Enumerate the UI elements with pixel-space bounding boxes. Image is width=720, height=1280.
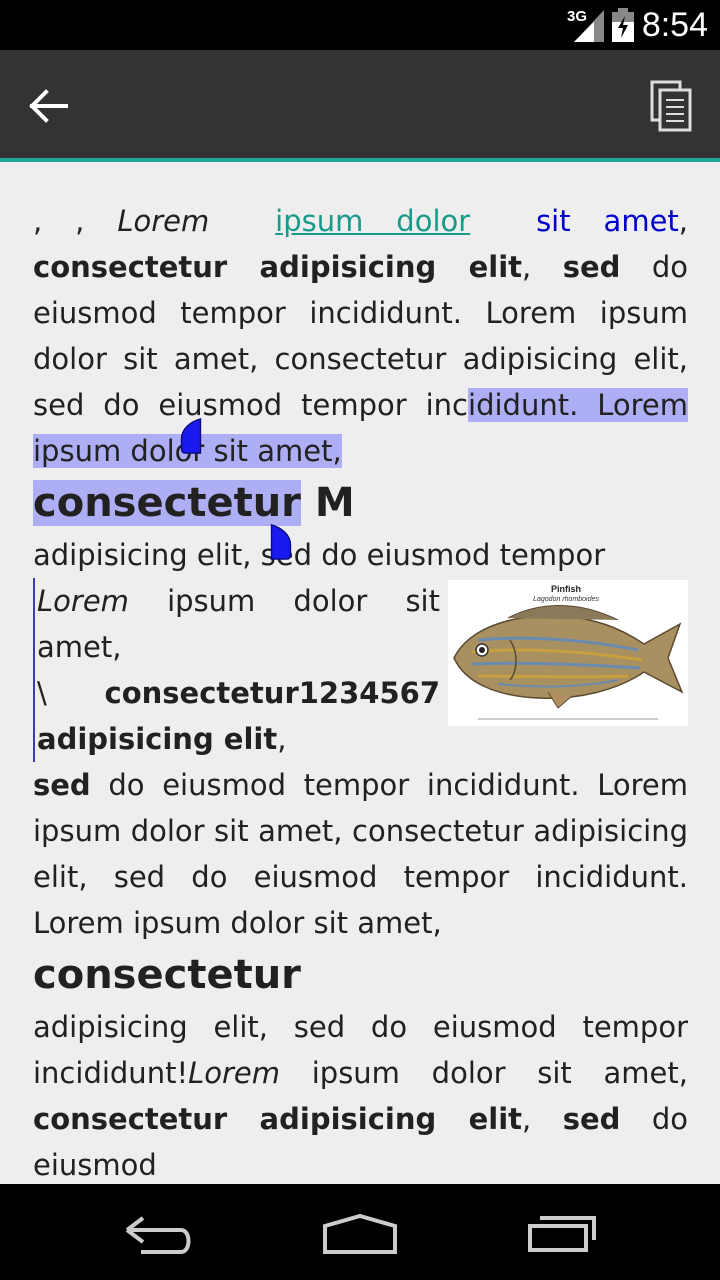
text-run: , , <box>33 204 118 238</box>
copy-button[interactable] <box>644 78 700 134</box>
nav-back-button[interactable] <box>115 1204 205 1264</box>
heading-2: consectetur <box>33 952 301 998</box>
home-icon <box>323 1213 397 1254</box>
link-ipsum-dolor[interactable]: ipsum dolor <box>275 204 470 238</box>
arrow-left-icon <box>29 89 68 123</box>
copy-icon <box>650 80 692 132</box>
selected-heading-text[interactable]: consectetur <box>33 480 301 526</box>
bold-text: sed <box>562 1102 621 1136</box>
italic-text: Lorem <box>117 204 210 238</box>
text-run: , <box>277 722 287 756</box>
document-text[interactable]: , , Lorem ipsum dolor sit amet, consecte… <box>33 198 689 1184</box>
text-run: ipsum dolor sit amet, <box>280 1056 688 1090</box>
back-icon <box>125 1216 191 1254</box>
italic-text: Lorem <box>188 1056 280 1090</box>
clock: 8:54 <box>641 6 708 44</box>
app-bar <box>0 50 720 162</box>
bold-text: sed <box>562 250 621 284</box>
bold-text: consectetur adipisicing elit <box>33 1102 523 1136</box>
bold-text: sed <box>33 768 91 802</box>
navigation-bar <box>0 1184 720 1280</box>
heading-1: consectetur M <box>33 474 688 532</box>
recents-icon <box>528 1216 596 1252</box>
quote-line-1: Lorem ipsum dolor sit amet, <box>37 578 688 670</box>
paragraph-4: adipisicing elit, sed do eiusmod tempor … <box>33 1004 688 1184</box>
status-bar: 3G 8:54 <box>0 0 720 50</box>
bold-text: consectetur1234567 adipisicing elit <box>37 676 440 756</box>
text-run: \ <box>37 676 47 710</box>
selection-start-handle[interactable] <box>180 418 202 454</box>
blockquote: Lorem ipsum dolor sit amet, \ consectetu… <box>33 578 688 762</box>
heading-rest: M <box>300 480 355 526</box>
italic-text: Lorem <box>37 584 129 618</box>
text-run: , <box>522 250 532 284</box>
bold-text: consectetur adipisicing elit <box>33 250 523 284</box>
text-run: , <box>678 204 688 238</box>
nav-home-button[interactable] <box>315 1204 405 1264</box>
text-run: do eiusmod tempor incididunt. Lorem ipsu… <box>33 768 688 940</box>
paragraph-2: adipisicing elit, sed do eiusmod tempor <box>33 538 606 572</box>
quote-and-image: Pinfish Lagodon rhomboides Lorem ipsum d… <box>33 578 688 946</box>
document-view[interactable]: , , Lorem ipsum dolor sit amet, consecte… <box>0 162 720 1184</box>
battery-icon <box>612 8 634 42</box>
selection-end-handle[interactable] <box>270 524 292 560</box>
blue-text: sit amet <box>536 204 679 238</box>
signal-icon <box>574 10 604 42</box>
paragraph-1: , , Lorem ipsum dolor sit amet, consecte… <box>33 198 689 474</box>
quote-line-2: \ consectetur1234567 adipisicing elit, <box>37 670 688 762</box>
text-run: , <box>522 1102 532 1136</box>
nav-recents-button[interactable] <box>518 1204 608 1264</box>
back-button[interactable] <box>20 80 76 132</box>
paragraph-3: sed do eiusmod tempor incididunt. Lorem … <box>33 762 688 946</box>
